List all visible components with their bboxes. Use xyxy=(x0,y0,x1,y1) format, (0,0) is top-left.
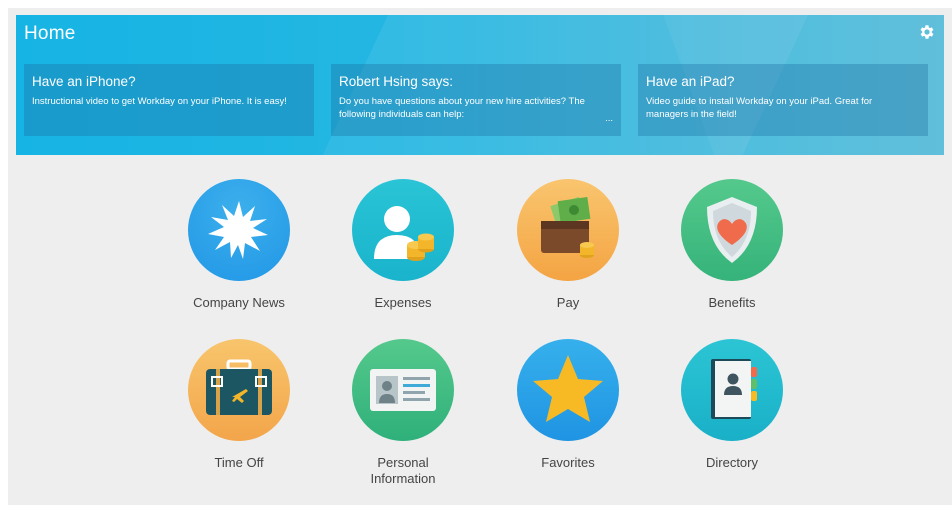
wallet-icon xyxy=(541,196,594,258)
announcement-card-robert-hsing[interactable]: Robert Hsing says: Do you have questions… xyxy=(331,64,621,136)
tile-directory[interactable]: Directory xyxy=(667,339,797,471)
announcement-card-ipad[interactable]: Have an iPad? Video guide to install Wor… xyxy=(638,64,928,136)
tile-personal-information[interactable]: Personal Information xyxy=(338,339,468,487)
tile-label: Favorites xyxy=(541,455,595,470)
person-coins-icon xyxy=(374,206,434,261)
id-card-icon xyxy=(370,369,436,411)
shield-heart-icon xyxy=(707,197,757,263)
gear-icon[interactable] xyxy=(918,23,936,41)
tile-label: Expenses xyxy=(374,295,432,310)
tile-company-news[interactable]: Company News xyxy=(174,179,304,311)
tile-icon-circle xyxy=(352,179,454,281)
announcement-card-iphone[interactable]: Have an iPhone? Instructional video to g… xyxy=(24,64,314,136)
tile-label: Company News xyxy=(193,295,285,310)
tile-pay[interactable]: Pay xyxy=(503,179,633,311)
card-title: Robert Hsing says: xyxy=(339,74,454,89)
card-body: Video guide to install Workday on your i… xyxy=(646,96,873,120)
tile-label: Personal Information xyxy=(370,455,436,486)
tile-label: Directory xyxy=(705,455,758,470)
page-title: Home xyxy=(24,23,76,44)
tile-favorites[interactable]: Favorites xyxy=(503,339,633,471)
tile-benefits[interactable]: Benefits xyxy=(667,179,797,311)
card-body: Do you have questions about your new hir… xyxy=(339,96,585,120)
tile-icon-circle xyxy=(517,179,619,281)
suitcase-icon xyxy=(206,359,272,415)
tile-label: Benefits xyxy=(708,295,756,310)
card-title: Have an iPhone? xyxy=(32,74,136,89)
tile-time-off[interactable]: Time Off xyxy=(174,339,304,471)
card-title: Have an iPad? xyxy=(646,74,735,89)
address-book-icon xyxy=(711,359,757,419)
tile-icon-circle xyxy=(188,179,290,281)
tile-icon-circle xyxy=(188,339,290,441)
star-icon xyxy=(533,355,603,422)
tile-icon-circle xyxy=(681,179,783,281)
home-banner: Home Have an iPhone? Instructional video… xyxy=(16,15,944,155)
tile-icon-circle xyxy=(681,339,783,441)
tile-icon-circle xyxy=(517,339,619,441)
starburst-icon xyxy=(208,201,268,259)
tile-icon-circle xyxy=(352,339,454,441)
tile-label: Pay xyxy=(556,295,580,310)
tile-expenses[interactable]: Expenses xyxy=(338,179,468,311)
tile-label: Time Off xyxy=(214,455,264,470)
card-body: Instructional video to get Workday on yo… xyxy=(32,96,287,107)
card-more-ellipsis[interactable]: ... xyxy=(605,113,613,124)
